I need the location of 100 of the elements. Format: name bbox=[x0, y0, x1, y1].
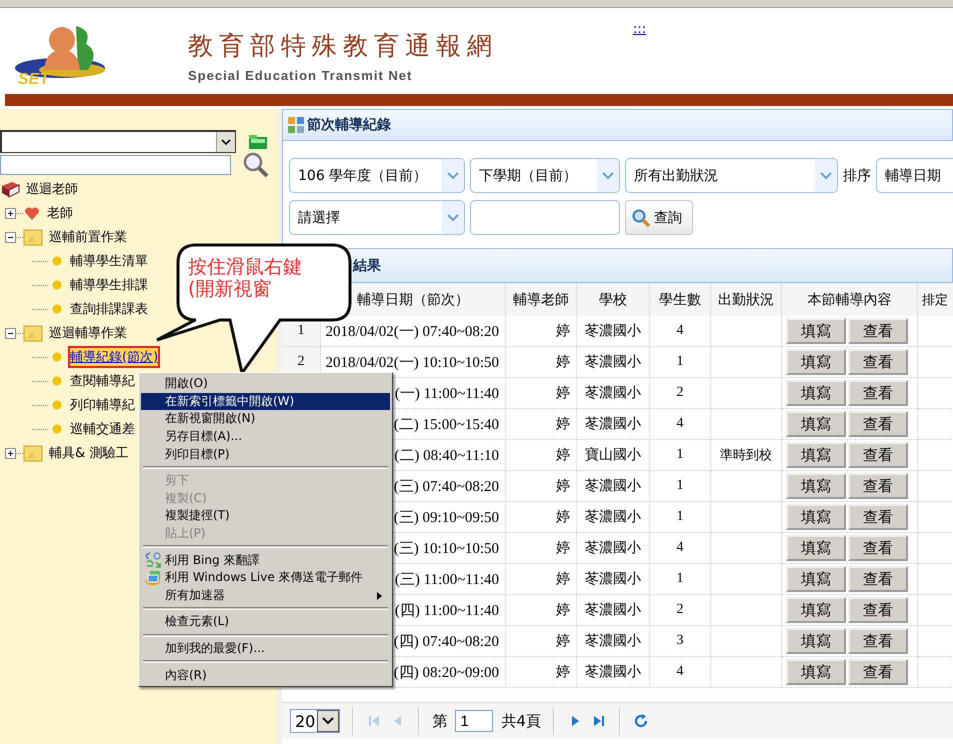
menu-item[interactable]: 內容(R) bbox=[141, 666, 390, 684]
dropdown[interactable]: 請選擇 bbox=[289, 200, 465, 235]
tree-item[interactable]: 查閱輔導紀 bbox=[70, 372, 135, 390]
menu-item[interactable]: 在新索引標籤中開啟(W) bbox=[141, 392, 390, 410]
search-button[interactable]: 查詢 bbox=[625, 200, 693, 235]
fill-button[interactable]: 填寫 bbox=[786, 349, 846, 375]
view-button[interactable]: 查看 bbox=[848, 659, 908, 685]
expand-icon[interactable] bbox=[5, 208, 16, 218]
dropdown[interactable]: 下學期（目前） bbox=[470, 158, 620, 193]
menu-link[interactable]: ::: bbox=[633, 22, 646, 37]
sort-label: 排序 bbox=[843, 166, 871, 184]
dropdown[interactable] bbox=[0, 130, 236, 152]
refresh-icon[interactable] bbox=[632, 713, 649, 729]
tree-item[interactable]: 輔導學生排課 bbox=[70, 276, 148, 294]
dropdown[interactable]: 輔導日期 bbox=[876, 158, 953, 193]
search-field[interactable] bbox=[0, 155, 231, 175]
view-button[interactable]: 查看 bbox=[848, 442, 908, 468]
tree-item[interactable]: 巡輔交通差 bbox=[70, 420, 135, 438]
view-button[interactable]: 查看 bbox=[848, 628, 908, 654]
page-size-select[interactable]: 20 bbox=[290, 709, 340, 733]
fill-button[interactable]: 填寫 bbox=[786, 442, 846, 468]
view-button[interactable]: 查看 bbox=[848, 411, 908, 437]
fill-button[interactable]: 填寫 bbox=[786, 380, 846, 406]
table-cell: 2 bbox=[676, 385, 684, 400]
view-button[interactable]: 查看 bbox=[848, 535, 908, 561]
table-cell: (一) 11:00~11:40 bbox=[394, 386, 499, 402]
menu-item[interactable]: 複製捷徑(T) bbox=[141, 507, 390, 525]
fill-button[interactable]: 填寫 bbox=[786, 659, 846, 685]
view-button[interactable]: 查看 bbox=[848, 349, 908, 375]
fill-button[interactable]: 填寫 bbox=[786, 504, 846, 530]
table-cell: 2018/04/02(一) 07:40~08:20 bbox=[325, 324, 499, 340]
fill-button[interactable]: 填寫 bbox=[786, 535, 846, 561]
search-icon bbox=[243, 152, 269, 178]
submenu-arrow-icon bbox=[377, 592, 382, 600]
logo: SET bbox=[10, 18, 110, 88]
chevron-down-icon bbox=[447, 214, 459, 222]
table-cell: 2018/04/02(一) 10:10~10:50 bbox=[325, 354, 499, 370]
fill-button[interactable]: 填寫 bbox=[786, 566, 846, 592]
table-cell: 1 bbox=[676, 509, 684, 524]
tree-item[interactable]: 輔具& 測驗工 bbox=[49, 444, 128, 462]
fill-button[interactable]: 填寫 bbox=[786, 411, 846, 437]
grid-icon bbox=[287, 116, 305, 134]
table-cell: 婷 bbox=[556, 478, 570, 494]
heart-icon bbox=[23, 205, 41, 221]
menu-item[interactable]: 檢查元素(L) bbox=[141, 613, 390, 631]
view-button[interactable]: 查看 bbox=[848, 473, 908, 499]
tree-item[interactable]: 輔導學生清單 bbox=[70, 252, 148, 270]
dropdown[interactable]: 所有出勤狀況 bbox=[625, 158, 838, 193]
tree-item[interactable]: 巡迴輔導作業 bbox=[49, 324, 127, 342]
menu-item[interactable]: 在新視窗開啟(N) bbox=[141, 410, 390, 428]
tree-item[interactable]: 列印輔導紀 bbox=[70, 396, 135, 414]
chevron-down-icon bbox=[602, 172, 614, 180]
view-button[interactable]: 查看 bbox=[848, 597, 908, 623]
view-button[interactable]: 查看 bbox=[848, 504, 908, 530]
fill-button[interactable]: 填寫 bbox=[786, 628, 846, 654]
menu-item[interactable]: 加到我的最愛(F)... bbox=[141, 640, 390, 658]
tree-item[interactable]: 巡迴老師 bbox=[26, 180, 78, 198]
site-subtitle: Special Education Transmit Net bbox=[188, 68, 414, 83]
table-cell: (三) 07:40~08:20 bbox=[394, 478, 499, 494]
column-header: 輔導老師 bbox=[506, 283, 576, 316]
column-header: 出勤狀況 bbox=[710, 283, 782, 316]
menu-item[interactable]: 開啟(O) bbox=[141, 375, 390, 393]
menu-item[interactable]: 所有加速器 bbox=[141, 586, 390, 604]
page-label: 第 bbox=[432, 712, 448, 730]
tree-item[interactable]: 查詢排課課表 bbox=[70, 300, 148, 318]
translate-icon bbox=[145, 552, 161, 568]
menu-item[interactable]: 另存目標(A)... bbox=[141, 428, 390, 446]
tree-item[interactable]: 巡輔前置作業 bbox=[49, 228, 127, 246]
view-button[interactable]: 查看 bbox=[848, 566, 908, 592]
page-field[interactable]: 1 bbox=[455, 710, 494, 732]
view-button[interactable]: 查看 bbox=[848, 318, 908, 344]
folder-icon bbox=[248, 132, 268, 150]
chevron-down-icon bbox=[447, 172, 459, 180]
view-button[interactable]: 查看 bbox=[848, 380, 908, 406]
menu-item[interactable]: 利用 Windows Live 來傳送電子郵件 bbox=[141, 568, 390, 587]
fill-button[interactable]: 填寫 bbox=[786, 473, 846, 499]
site-title: 教育部特殊教育通報網 bbox=[188, 30, 499, 62]
table-cell: 婷 bbox=[556, 633, 570, 649]
dropdown[interactable]: 106 學年度（目前） bbox=[289, 158, 465, 193]
column-header: 學生數 bbox=[650, 283, 710, 316]
panel-title: 結果 bbox=[353, 256, 381, 274]
dot-icon bbox=[52, 280, 62, 290]
callout-text: 按住滑鼠右鍵 bbox=[188, 256, 302, 278]
text-field[interactable] bbox=[470, 200, 620, 235]
tree-item[interactable]: 老師 bbox=[47, 204, 73, 222]
table-cell: 婷 bbox=[556, 664, 570, 680]
table-cell: (四) 08:20~09:00 bbox=[394, 664, 499, 680]
collapse-icon[interactable] bbox=[5, 232, 16, 242]
table-cell: 婷 bbox=[556, 509, 570, 525]
collapse-icon[interactable] bbox=[5, 328, 16, 338]
book-icon bbox=[0, 180, 20, 198]
fill-button[interactable]: 填寫 bbox=[786, 597, 846, 623]
fill-button[interactable]: 填寫 bbox=[786, 318, 846, 344]
menu-item[interactable]: 列印目標(P) bbox=[141, 445, 390, 463]
tree-item[interactable]: 輔導紀錄(節次) bbox=[70, 348, 158, 366]
table-cell: 1 bbox=[676, 354, 684, 369]
table-cell: 苳濃國小 bbox=[585, 571, 641, 587]
dot-icon bbox=[52, 352, 62, 362]
expand-icon[interactable] bbox=[5, 448, 16, 458]
menu-item[interactable]: 利用 Bing 來翻譯 bbox=[141, 551, 390, 569]
